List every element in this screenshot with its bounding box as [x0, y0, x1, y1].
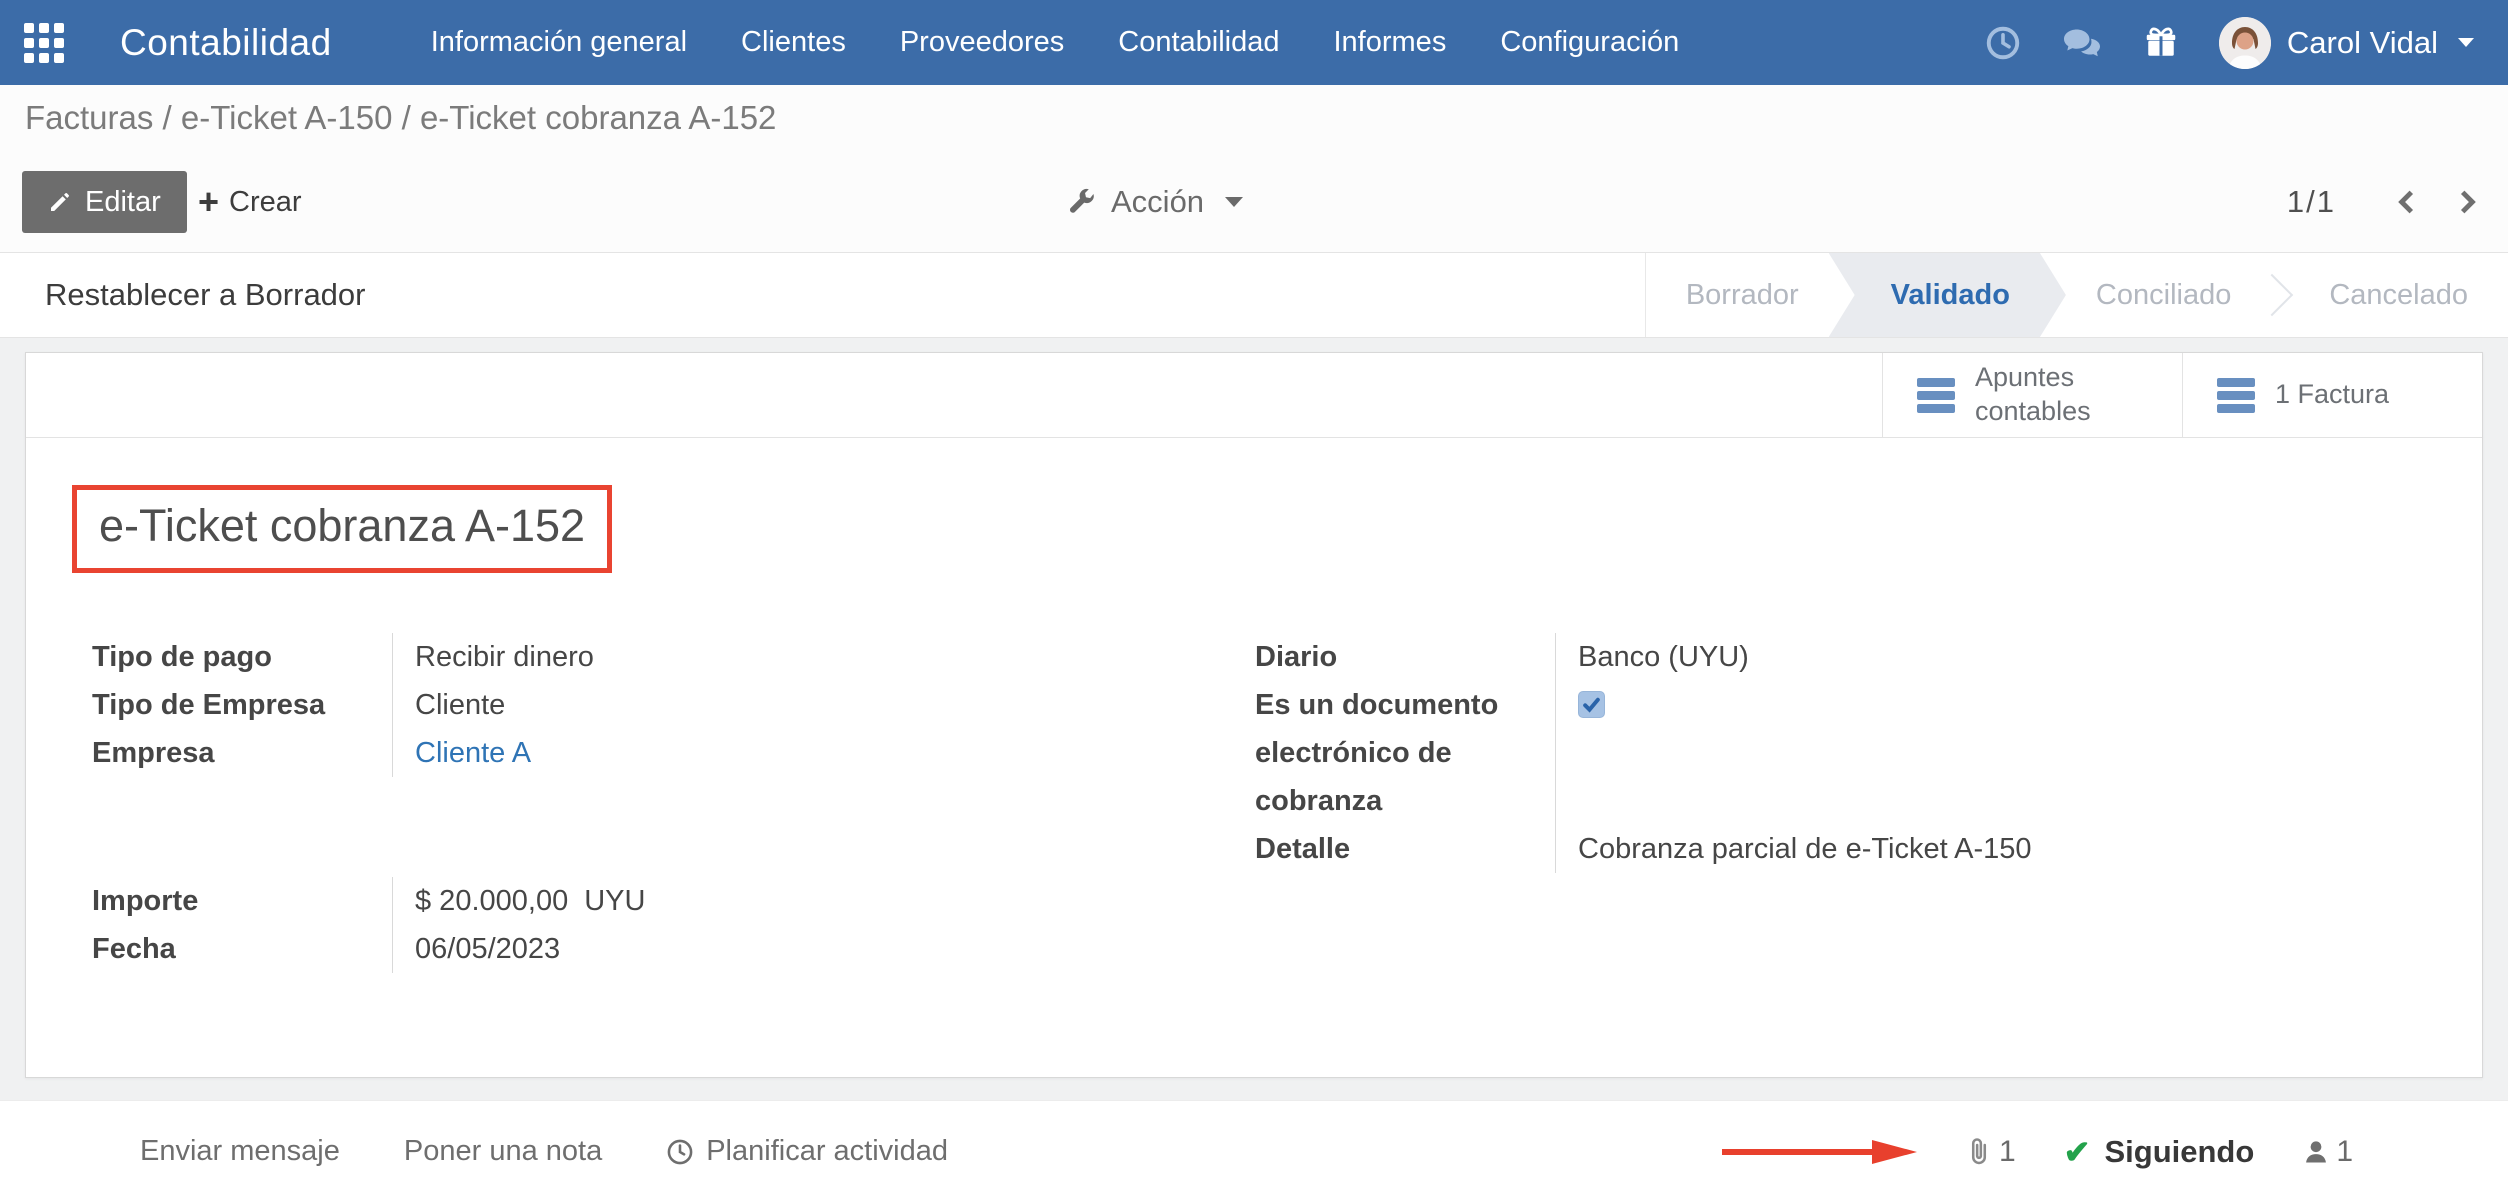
currency-code: UYU: [584, 885, 645, 917]
top-navbar: Contabilidad Información general Cliente…: [0, 0, 2508, 85]
stage-conciliado[interactable]: Conciliado: [2056, 253, 2271, 337]
pager-previous-button[interactable]: [2394, 188, 2420, 216]
breadcrumb: Facturas / e-Ticket A-150 / e-Ticket cob…: [25, 99, 776, 137]
pager: 1/1: [2287, 171, 2480, 233]
menu-clientes[interactable]: Clientes: [714, 0, 873, 85]
field-group-right: Diario Banco (UYU) Es un documento elect…: [1255, 633, 2395, 873]
field-group-left-2: Importe $ 20.000,00UYU Fecha 06/05/2023: [92, 877, 1172, 973]
gift-icon[interactable]: [2143, 25, 2179, 61]
activities-clock-icon[interactable]: [1985, 25, 2021, 61]
pager-count: 1/1: [2287, 184, 2336, 220]
edoc-checkbox-checked[interactable]: [1578, 691, 1605, 718]
pencil-icon: [48, 190, 72, 214]
main-menu: Información general Clientes Proveedores…: [404, 0, 1707, 85]
annotation-red-box: e-Ticket cobranza A-152: [72, 485, 612, 573]
partner-link[interactable]: Cliente A: [415, 737, 531, 769]
app-title: Contabilidad: [120, 22, 332, 64]
field-value-fecha: 06/05/2023: [392, 925, 1172, 973]
status-pipeline: Borrador Validado Conciliado Cancelado: [1645, 253, 2508, 337]
menu-informes[interactable]: Informes: [1307, 0, 1474, 85]
messages-chat-icon[interactable]: [2061, 25, 2103, 61]
field-value-diario: Banco (UYU): [1555, 633, 2395, 681]
field-label-fecha: Fecha: [92, 925, 392, 973]
bars-icon: [2217, 378, 2255, 413]
field-label-importe: Importe: [92, 877, 392, 925]
reset-to-draft-button[interactable]: Restablecer a Borrador: [45, 277, 366, 313]
pager-next-button[interactable]: [2454, 188, 2480, 216]
annotation-red-arrow: [1722, 1139, 1917, 1165]
apps-menu-icon[interactable]: [24, 23, 64, 63]
user-menu[interactable]: Carol Vidal: [2219, 17, 2474, 69]
journal-items-smart-button[interactable]: Apuntes contables: [1882, 353, 2182, 437]
menu-contabilidad[interactable]: Contabilidad: [1091, 0, 1306, 85]
stage-validado-active[interactable]: Validado: [1829, 253, 2066, 337]
field-group-left-1: Tipo de pago Recibir dinero Tipo de Empr…: [92, 633, 1172, 777]
field-label-edoc: Es un documento electrónico de cobranza: [1255, 681, 1555, 825]
create-button[interactable]: + Crear: [198, 171, 302, 233]
chevron-down-icon: [1225, 197, 1243, 207]
breadcrumb-facturas[interactable]: Facturas: [25, 99, 153, 136]
edit-button[interactable]: Editar: [22, 171, 187, 233]
field-label-empresa: Empresa: [92, 729, 392, 777]
stage-cancelado[interactable]: Cancelado: [2289, 253, 2508, 337]
field-label-tipo-de-empresa: Tipo de Empresa: [92, 681, 392, 729]
avatar: [2219, 17, 2271, 69]
chatter-bar: Enviar mensaje Poner una nota Planificar…: [0, 1100, 2508, 1202]
form-sheet: Apuntes contables 1 Factura e-Ticket cob…: [25, 352, 2483, 1078]
follower-count: 1: [2336, 1135, 2353, 1169]
bars-icon: [1917, 378, 1955, 413]
wrench-icon: [1068, 188, 1096, 216]
record-title: e-Ticket cobranza A-152: [99, 500, 585, 552]
log-note-button[interactable]: Poner una nota: [404, 1135, 602, 1168]
send-message-button[interactable]: Enviar mensaje: [140, 1135, 340, 1168]
check-icon: ✔: [2064, 1133, 2091, 1171]
field-label-diario: Diario: [1255, 633, 1555, 681]
breadcrumb-eticket-a150[interactable]: e-Ticket A-150: [181, 99, 393, 136]
following-button[interactable]: ✔ Siguiendo: [2064, 1133, 2255, 1171]
action-dropdown[interactable]: Acción: [1068, 171, 1243, 233]
field-value-edoc: [1555, 681, 2395, 825]
paperclip-icon: [1965, 1137, 1993, 1167]
menu-informacion-general[interactable]: Información general: [404, 0, 714, 85]
stage-borrador[interactable]: Borrador: [1646, 253, 1839, 337]
field-value-tipo-de-empresa: Cliente: [392, 681, 1172, 729]
clock-icon: [666, 1138, 694, 1166]
smart-button-bar: Apuntes contables 1 Factura: [26, 353, 2482, 438]
field-value-tipo-de-pago: Recibir dinero: [392, 633, 1172, 681]
statusbar: Restablecer a Borrador Borrador Validado…: [0, 252, 2508, 338]
schedule-activity-button[interactable]: Planificar actividad: [666, 1135, 948, 1168]
menu-proveedores[interactable]: Proveedores: [873, 0, 1091, 85]
field-label-tipo-de-pago: Tipo de pago: [92, 633, 392, 681]
invoice-smart-button[interactable]: 1 Factura: [2182, 353, 2482, 437]
person-icon: [2302, 1138, 2330, 1166]
field-value-detalle: Cobranza parcial de e-Ticket A-150: [1555, 825, 2395, 873]
attachments-button[interactable]: 1: [1965, 1135, 2016, 1169]
field-value-importe: $ 20.000,00UYU: [392, 877, 1172, 925]
chevron-down-icon: [2458, 38, 2474, 47]
breadcrumb-separator: /: [392, 99, 420, 136]
breadcrumb-separator: /: [153, 99, 181, 136]
menu-configuracion[interactable]: Configuración: [1473, 0, 1706, 85]
control-panel: Facturas / e-Ticket A-150 / e-Ticket cob…: [0, 85, 2508, 252]
followers-button[interactable]: 1: [2302, 1135, 2353, 1169]
plus-icon: +: [198, 184, 219, 220]
user-name: Carol Vidal: [2287, 25, 2438, 61]
field-label-detalle: Detalle: [1255, 825, 1555, 873]
breadcrumb-current: e-Ticket cobranza A-152: [420, 99, 776, 136]
attachment-count: 1: [1999, 1135, 2016, 1169]
